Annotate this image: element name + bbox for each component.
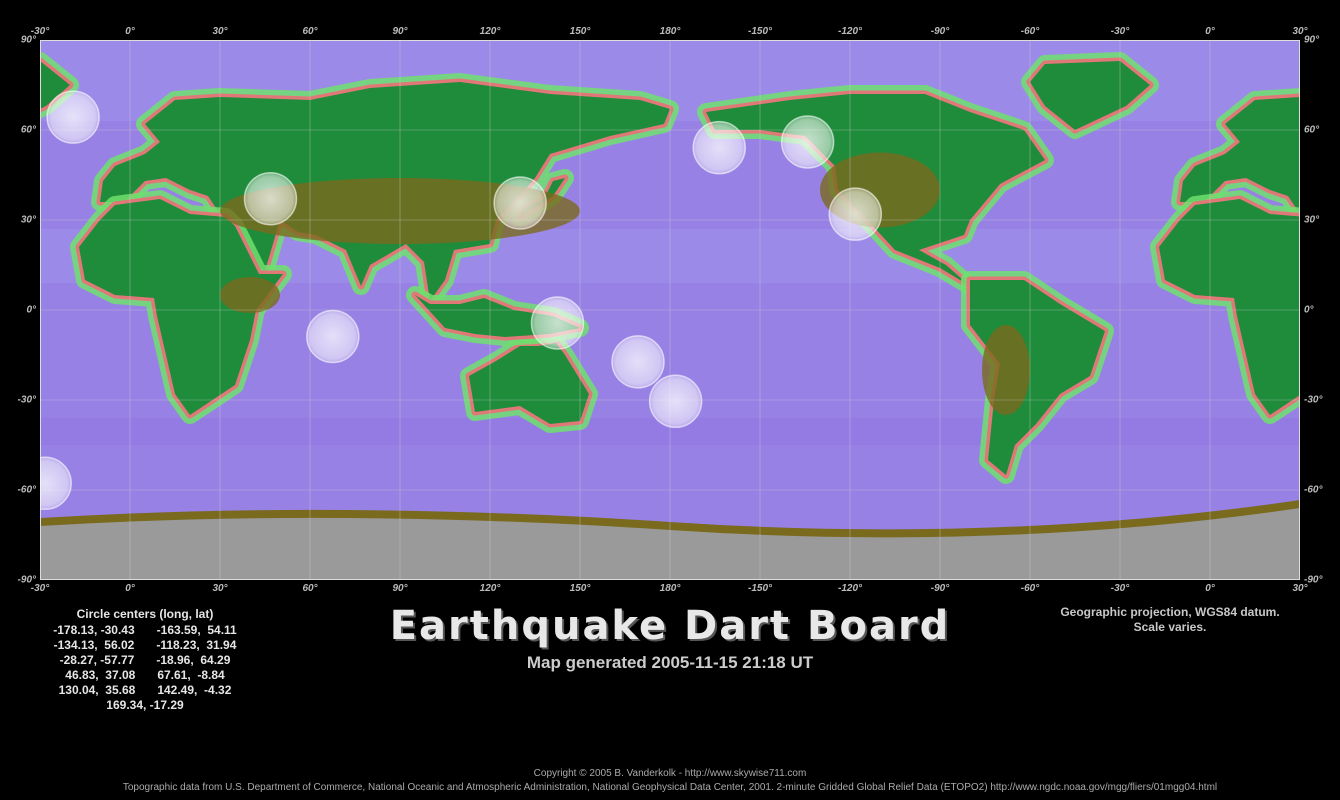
lat-tick-left: 30° (20, 214, 36, 226)
lat-tick-left: 0° (26, 304, 36, 316)
earthquake-circle[interactable] (493, 176, 547, 230)
projection-line-1: Geographic projection, WGS84 datum. (1060, 605, 1280, 619)
circle-center-value: 46.83, 37.08 (65, 668, 136, 682)
lon-tick-bottom: 60° (302, 583, 318, 594)
circle-center-value: 67.61, -8.84 (157, 668, 225, 682)
circle-center-value: 142.49, -4.32 (157, 683, 232, 697)
data-source-line: Topographic data from U.S. Department of… (122, 782, 1218, 793)
lon-tick-bottom: 180° (659, 583, 681, 594)
lon-tick-top: -30° (1110, 26, 1130, 37)
lon-tick-top: -150° (747, 26, 773, 37)
lon-tick-top: 0° (125, 26, 135, 37)
earthquake-circle[interactable] (306, 309, 360, 364)
lon-tick-top: 90° (392, 26, 408, 37)
lon-tick-top: -120° (837, 26, 863, 37)
circle-center-row: 169.34, -17.29 (30, 698, 260, 713)
earthquake-circle[interactable] (243, 172, 298, 226)
earthquake-circle[interactable] (530, 296, 585, 350)
lon-tick-bottom: -150° (747, 583, 773, 594)
lon-tick-bottom: 0° (1205, 583, 1215, 594)
lat-tick-left: -60° (17, 484, 36, 496)
lon-tick-top: 60° (302, 26, 318, 37)
lon-tick-bottom: -60° (1020, 583, 1040, 594)
lon-tick-bottom: 90° (392, 583, 408, 594)
circle-centers-list: -178.13, -30.43 -163.59, 54.11 -134.13, 56… (30, 623, 260, 713)
page-title: Earthquake Dart Board (389, 603, 951, 649)
circle-center-row: -134.13, 56.02 -118.23, 31.94 (30, 638, 260, 653)
highland-region (982, 325, 1030, 415)
map-page: -30° 0° 30° 60° 90° 120° 150° 180° -150° -120° -90… (0, 0, 1340, 800)
lon-tick-bottom: -30° (1110, 583, 1130, 594)
earthquake-circle[interactable] (780, 115, 835, 169)
circle-center-row: -178.13, -30.43 -163.59, 54.11 (30, 623, 260, 638)
lat-tick-left: -90° (17, 574, 36, 586)
lon-tick-bottom: 120° (479, 583, 501, 594)
lon-tick-bottom: -120° (837, 583, 863, 594)
circle-center-value: 169.34, -17.29 (106, 698, 184, 712)
lon-tick-top: 0° (1205, 26, 1215, 37)
circle-center-value: -163.59, 54.11 (156, 623, 237, 637)
lat-tick-right: -60° (1304, 484, 1323, 496)
circle-center-row: -28.27, -57.77 -18.96, 64.29 (30, 653, 260, 668)
lat-tick-right: 60° (1304, 124, 1320, 136)
projection-line-2: Scale varies. (1133, 620, 1207, 634)
lon-tick-top: 30° (212, 26, 228, 37)
lon-tick-bottom: 150° (569, 583, 591, 594)
highland-region (220, 277, 280, 313)
lat-tick-right: -90° (1304, 574, 1323, 586)
lat-tick-right: 30° (1304, 214, 1320, 226)
earthquake-circle[interactable] (648, 374, 703, 429)
circle-center-value: -28.27, -57.77 (59, 653, 135, 667)
lat-tick-right: 0° (1304, 304, 1314, 316)
circle-center-value: -134.13, 56.02 (53, 638, 135, 652)
circle-center-value: 130.04, 35.68 (58, 683, 136, 697)
earthquake-circle[interactable] (611, 335, 665, 389)
earthquake-circle[interactable] (692, 120, 746, 175)
circle-centers-header: Circle centers (long, lat) (76, 607, 214, 621)
lon-tick-top: 120° (479, 26, 501, 37)
circle-center-row: 130.04, 35.68 142.49, -4.32 (30, 683, 260, 698)
lat-tick-left: 90° (20, 34, 36, 46)
earthquake-circle[interactable] (828, 187, 883, 241)
world-relief-map[interactable] (40, 40, 1300, 580)
circle-center-row: 46.83, 37.08 67.61, -8.84 (30, 668, 260, 683)
circle-center-value: -18.96, 64.29 (156, 653, 231, 667)
lat-tick-left: -30° (17, 394, 36, 406)
earthquake-circle[interactable] (46, 90, 100, 144)
lat-tick-right: 90° (1304, 34, 1320, 46)
projection-note: Geographic projection, WGS84 datum. Scal… (1020, 605, 1320, 635)
lat-tick-right: -30° (1304, 394, 1323, 406)
lon-tick-bottom: 30° (212, 583, 228, 594)
lat-tick-left: 60° (20, 124, 36, 136)
circle-center-value: -178.13, -30.43 (53, 623, 135, 637)
lon-tick-top: 180° (659, 26, 681, 37)
lon-tick-bottom: 0° (125, 583, 135, 594)
lon-tick-top: -60° (1020, 26, 1040, 37)
copyright-line: Copyright © 2005 B. Vanderkolk - http://… (533, 768, 807, 779)
lon-tick-top: -90° (930, 26, 950, 37)
lon-tick-bottom: -90° (930, 583, 950, 594)
circle-centers-panel: Circle centers (long, lat) -178.13, -30.… (30, 607, 260, 713)
generated-timestamp: Map generated 2005-11-15 21:18 UT (526, 653, 814, 672)
circle-center-value: -118.23, 31.94 (156, 638, 237, 652)
lon-tick-top: 150° (569, 26, 591, 37)
